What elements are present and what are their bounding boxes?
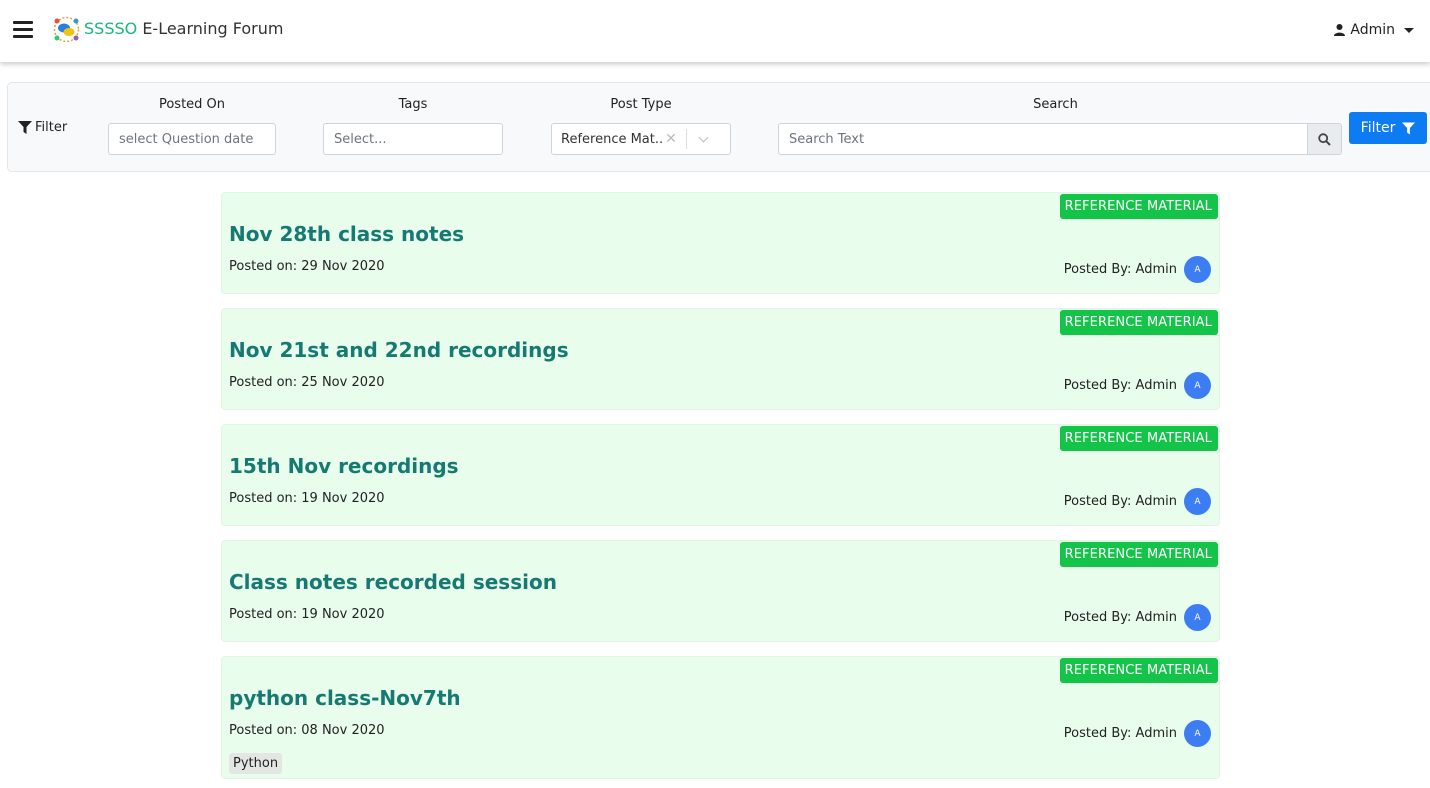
post-tag[interactable]: Python <box>229 753 283 774</box>
avatar: A <box>1184 720 1211 747</box>
user-menu[interactable]: Admin <box>1334 22 1414 38</box>
posted-by-text: Posted By: Admin <box>1063 610 1177 625</box>
post-title[interactable]: Class notes recorded session <box>229 570 557 594</box>
post-type-badge: REFERENCE MATERIAL <box>1059 194 1218 219</box>
post-card[interactable]: REFERENCE MATERIAL Nov 21st and 22nd rec… <box>221 308 1220 410</box>
posted-by-text: Posted By: Admin <box>1063 378 1177 393</box>
chevron-down-icon[interactable] <box>687 132 719 142</box>
forum-logo <box>53 16 80 43</box>
top-navbar: SSSSO E-Learning Forum Admin <box>0 0 1430 62</box>
funnel-icon <box>18 121 32 134</box>
post-type-select[interactable]: Reference Mat... ✕ <box>551 123 731 155</box>
funnel-icon <box>1402 121 1416 135</box>
search-icon <box>1318 132 1331 146</box>
post-author: Posted By: Admin A <box>1064 488 1211 515</box>
post-title[interactable]: python class-Nov7th <box>229 686 461 710</box>
avatar: A <box>1184 488 1211 515</box>
search-button[interactable] <box>1307 123 1342 155</box>
post-type-badge: REFERENCE MATERIAL <box>1059 310 1218 335</box>
post-type-badge: REFERENCE MATERIAL <box>1059 658 1218 683</box>
post-type-value: Reference Mat... <box>561 131 662 147</box>
post-author: Posted By: Admin A <box>1064 604 1211 631</box>
post-title[interactable]: Nov 21st and 22nd recordings <box>229 338 569 362</box>
filter-button-label: Filter <box>1360 120 1396 136</box>
post-date: Posted on: 25 Nov 2020 <box>229 375 385 390</box>
post-author: Posted By: Admin A <box>1064 372 1211 399</box>
brand-title[interactable]: SSSSO E-Learning Forum <box>84 19 283 38</box>
avatar: A <box>1184 256 1211 283</box>
caret-down-icon <box>1404 27 1414 33</box>
avatar: A <box>1184 604 1211 631</box>
post-title[interactable]: 15th Nov recordings <box>229 454 459 478</box>
clear-icon[interactable]: ✕ <box>662 131 680 147</box>
post-date: Posted on: 19 Nov 2020 <box>229 491 385 506</box>
tags-label: Tags <box>398 97 428 112</box>
post-date: Posted on: 19 Nov 2020 <box>229 607 385 622</box>
post-type-badge: REFERENCE MATERIAL <box>1059 426 1218 451</box>
filter-button[interactable]: Filter <box>1349 112 1427 144</box>
post-author: Posted By: Admin A <box>1064 256 1211 283</box>
search-input[interactable]: Search Text <box>778 123 1308 155</box>
filter-label: Filter <box>18 120 67 135</box>
post-list: REFERENCE MATERIAL Nov 28th class notes … <box>221 192 1220 788</box>
avatar: A <box>1184 372 1211 399</box>
post-card[interactable]: REFERENCE MATERIAL python class-Nov7th P… <box>221 656 1220 779</box>
posted-on-date-input[interactable]: select Question date <box>108 123 276 155</box>
post-date: Posted on: 08 Nov 2020 <box>229 723 385 738</box>
post-author: Posted By: Admin A <box>1064 720 1211 747</box>
posted-by-text: Posted By: Admin <box>1063 726 1177 741</box>
post-title[interactable]: Nov 28th class notes <box>229 222 464 246</box>
tags-select[interactable]: Select... <box>323 123 503 155</box>
brand-secondary: E-Learning Forum <box>142 19 284 38</box>
post-card[interactable]: REFERENCE MATERIAL Nov 28th class notes … <box>221 192 1220 294</box>
post-type-label: Post Type <box>610 97 672 112</box>
posted-on-label: Posted On <box>158 97 226 112</box>
post-card[interactable]: REFERENCE MATERIAL 15th Nov recordings P… <box>221 424 1220 526</box>
user-name: Admin <box>1350 22 1395 38</box>
posted-by-text: Posted By: Admin <box>1063 262 1177 277</box>
menu-icon[interactable] <box>13 21 33 38</box>
posted-by-text: Posted By: Admin <box>1063 494 1177 509</box>
user-icon <box>1334 24 1346 36</box>
filter-bar: Filter Posted On select Question date Ta… <box>7 82 1430 172</box>
search-label: Search <box>1033 97 1078 112</box>
post-card[interactable]: REFERENCE MATERIAL Class notes recorded … <box>221 540 1220 642</box>
post-type-badge: REFERENCE MATERIAL <box>1059 542 1218 567</box>
post-date: Posted on: 29 Nov 2020 <box>229 259 385 274</box>
brand-primary: SSSSO <box>84 19 138 38</box>
